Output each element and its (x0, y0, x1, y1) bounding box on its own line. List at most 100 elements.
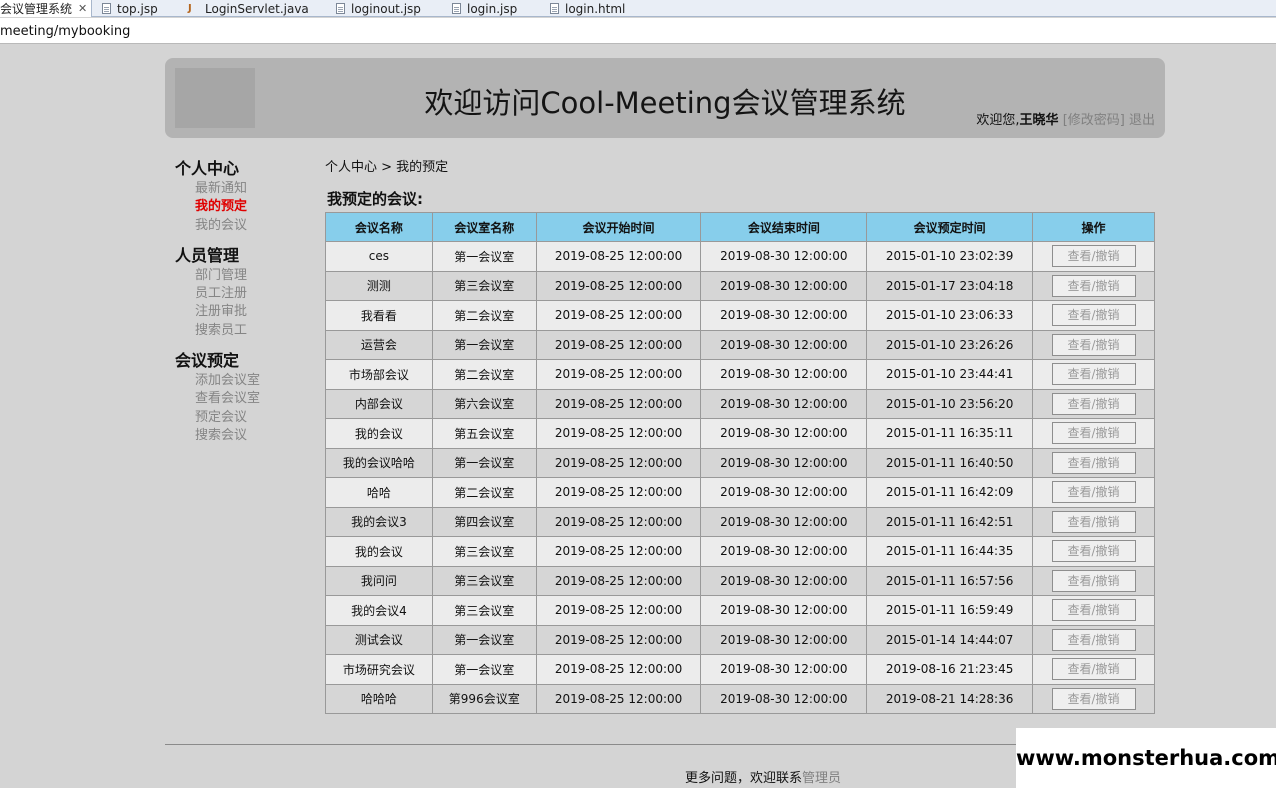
room-name-cell: 第四会议室 (431, 506, 537, 537)
room-name-cell: 第三会议室 (431, 270, 537, 301)
tab-meeting-system[interactable]: 会议管理系统 ✕ (0, 0, 92, 17)
start-time-cell: 2019-08-25 12:00:00 (535, 654, 702, 685)
tab-login-servlet-java[interactable]: J LoginServlet.java (184, 0, 332, 17)
column-header: 会议预定时间 (866, 212, 1034, 242)
booking-time-cell: 2015-01-10 23:02:39 (866, 241, 1034, 272)
address-bar[interactable]: meeting/mybooking (0, 18, 1276, 44)
room-name-cell: 第三会议室 (431, 565, 537, 596)
view-cancel-button[interactable]: 查看/撤销 (1051, 363, 1136, 386)
end-time-cell: 2019-08-30 12:00:00 (700, 506, 868, 537)
sidebar-item-book-meeting[interactable]: 预定会议 (175, 409, 315, 427)
meeting-name-cell: 测试会议 (325, 624, 433, 655)
booking-time-cell: 2015-01-10 23:56:20 (866, 388, 1034, 419)
end-time-cell: 2019-08-30 12:00:00 (700, 300, 868, 331)
view-cancel-button[interactable]: 查看/撤销 (1051, 687, 1136, 710)
meeting-name-cell: 哈哈哈 (325, 683, 433, 714)
view-cancel-button[interactable]: 查看/撤销 (1051, 392, 1136, 415)
sidebar-item-latest-notice[interactable]: 最新通知 (175, 180, 315, 198)
sidebar-item-my-booking[interactable]: 我的预定 (175, 198, 315, 216)
change-password-link[interactable]: [修改密码] (1063, 113, 1125, 128)
tab-label: LoginServlet.java (205, 1, 309, 16)
view-cancel-button[interactable]: 查看/撤销 (1051, 628, 1136, 651)
table-row: 运营会 第一会议室 2019-08-25 12:00:00 2019-08-30 12… (325, 329, 1155, 360)
booking-time-cell: 2015-01-10 23:44:41 (866, 359, 1034, 390)
tab-top-jsp[interactable]: top.jsp (92, 0, 184, 17)
room-name-cell: 第三会议室 (431, 595, 537, 626)
view-cancel-button[interactable]: 查看/撤销 (1051, 599, 1136, 622)
room-name-cell: 第一会议室 (431, 624, 537, 655)
close-icon[interactable]: ✕ (78, 2, 87, 15)
end-time-cell: 2019-08-30 12:00:00 (700, 595, 868, 626)
view-cancel-button[interactable]: 查看/撤销 (1051, 304, 1136, 327)
meeting-name-cell: 内部会议 (325, 388, 433, 419)
admin-contact-link[interactable]: 管理员 (802, 771, 841, 786)
bookings-table: 会议名称 会议室名称 会议开始时间 会议结束时间 会议预定时间 操作 ces 第一… (325, 212, 1155, 714)
user-bar: 欢迎您,王晓华 [修改密码] 退出 (976, 109, 1155, 128)
table-row: 我的会议4 第三会议室 2019-08-25 12:00:00 2019-08-30 … (325, 595, 1155, 626)
logout-link[interactable]: 退出 (1129, 113, 1155, 128)
action-cell: 查看/撤销 (1032, 624, 1155, 655)
table-header-row: 会议名称 会议室名称 会议开始时间 会议结束时间 会议预定时间 操作 (325, 212, 1155, 242)
view-cancel-button[interactable]: 查看/撤销 (1051, 245, 1136, 268)
action-cell: 查看/撤销 (1032, 270, 1155, 301)
start-time-cell: 2019-08-25 12:00:00 (535, 329, 702, 360)
tab-login-jsp[interactable]: login.jsp (448, 0, 546, 17)
file-icon (336, 3, 345, 14)
view-cancel-button[interactable]: 查看/撤销 (1051, 422, 1136, 445)
view-cancel-button[interactable]: 查看/撤销 (1051, 481, 1136, 504)
view-cancel-button[interactable]: 查看/撤销 (1051, 451, 1136, 474)
end-time-cell: 2019-08-30 12:00:00 (700, 654, 868, 685)
tab-label: login.html (565, 1, 626, 16)
sidebar-item-my-meetings[interactable]: 我的会议 (175, 217, 315, 235)
room-name-cell: 第一会议室 (431, 654, 537, 685)
action-cell: 查看/撤销 (1032, 447, 1155, 478)
sidebar-item-register-employee[interactable]: 员工注册 (175, 285, 315, 303)
booking-time-cell: 2015-01-10 23:26:26 (866, 329, 1034, 360)
sidebar-item-departments[interactable]: 部门管理 (175, 267, 315, 285)
end-time-cell: 2019-08-30 12:00:00 (700, 329, 868, 360)
end-time-cell: 2019-08-30 12:00:00 (700, 270, 868, 301)
table-row: 哈哈 第二会议室 2019-08-25 12:00:00 2019-08-30 12:… (325, 477, 1155, 508)
sidebar-item-search-meeting[interactable]: 搜索会议 (175, 427, 315, 445)
end-time-cell: 2019-08-30 12:00:00 (700, 624, 868, 655)
meeting-name-cell: 测测 (325, 270, 433, 301)
view-cancel-button[interactable]: 查看/撤销 (1051, 510, 1136, 533)
view-cancel-button[interactable]: 查看/撤销 (1051, 333, 1136, 356)
table-row: 内部会议 第六会议室 2019-08-25 12:00:00 2019-08-30 1… (325, 388, 1155, 419)
booking-time-cell: 2015-01-11 16:42:09 (866, 477, 1034, 508)
column-header: 操作 (1032, 212, 1155, 242)
table-row: 我的会议3 第四会议室 2019-08-25 12:00:00 2019-08-30 … (325, 506, 1155, 537)
action-cell: 查看/撤销 (1032, 388, 1155, 419)
room-name-cell: 第一会议室 (431, 447, 537, 478)
end-time-cell: 2019-08-30 12:00:00 (700, 477, 868, 508)
username: 王晓华 (1019, 113, 1059, 128)
start-time-cell: 2019-08-25 12:00:00 (535, 565, 702, 596)
file-icon (102, 3, 111, 14)
booking-time-cell: 2015-01-11 16:44:35 (866, 536, 1034, 567)
view-cancel-button[interactable]: 查看/撤销 (1051, 569, 1136, 592)
menu-group-booking: 会议预定 添加会议室 查看会议室 预定会议 搜索会议 (175, 350, 315, 445)
column-header: 会议结束时间 (700, 212, 868, 242)
editor-tab-strip: 会议管理系统 ✕ top.jsp J LoginServlet.java log… (0, 0, 1276, 17)
sidebar-item-approval[interactable]: 注册审批 (175, 303, 315, 321)
menu-title-personal: 个人中心 (175, 159, 240, 178)
booking-time-cell: 2015-01-14 14:44:07 (866, 624, 1034, 655)
start-time-cell: 2019-08-25 12:00:00 (535, 300, 702, 331)
sidebar-item-view-rooms[interactable]: 查看会议室 (175, 390, 315, 408)
view-cancel-button[interactable]: 查看/撤销 (1051, 540, 1136, 563)
table-row: 哈哈哈 第996会议室 2019-08-25 12:00:00 2019-08-30 … (325, 683, 1155, 714)
file-icon (550, 3, 559, 14)
tab-loginout-jsp[interactable]: loginout.jsp (332, 0, 448, 17)
room-name-cell: 第六会议室 (431, 388, 537, 419)
action-cell: 查看/撤销 (1032, 595, 1155, 626)
view-cancel-button[interactable]: 查看/撤销 (1051, 274, 1136, 297)
view-cancel-button[interactable]: 查看/撤销 (1051, 658, 1136, 681)
start-time-cell: 2019-08-25 12:00:00 (535, 359, 702, 390)
sidebar-item-search-employee[interactable]: 搜索员工 (175, 322, 315, 340)
menu-title-booking: 会议预定 (175, 351, 240, 371)
room-name-cell: 第一会议室 (431, 241, 537, 272)
tab-login-html[interactable]: login.html (546, 0, 656, 17)
action-cell: 查看/撤销 (1032, 329, 1155, 360)
sidebar-item-add-room[interactable]: 添加会议室 (175, 372, 315, 390)
meeting-name-cell: 市场部会议 (325, 359, 433, 390)
